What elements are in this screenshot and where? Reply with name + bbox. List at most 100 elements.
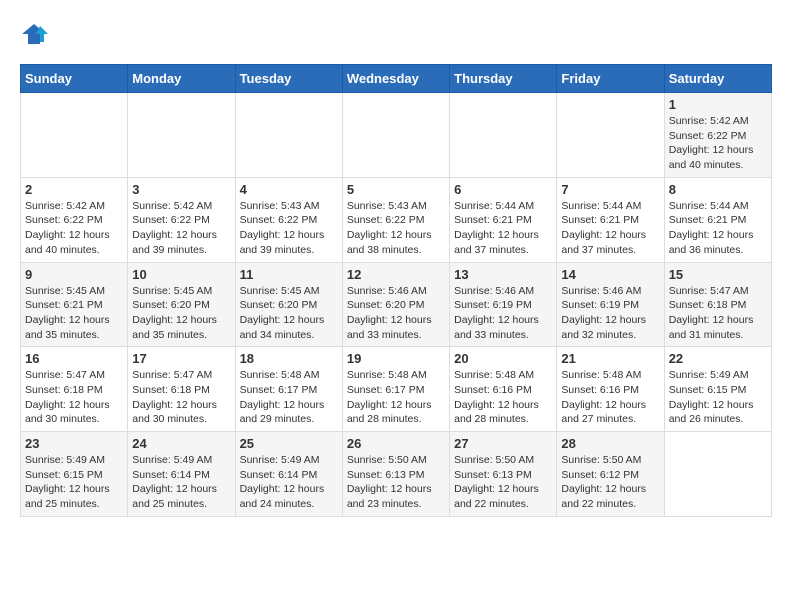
- header-day-thursday: Thursday: [450, 65, 557, 93]
- day-number: 2: [25, 182, 123, 197]
- header-day-friday: Friday: [557, 65, 664, 93]
- day-number: 25: [240, 436, 338, 451]
- day-info: Sunrise: 5:42 AM Sunset: 6:22 PM Dayligh…: [132, 199, 230, 258]
- calendar-cell: 14 Sunrise: 5:46 AM Sunset: 6:19 PM Dayli…: [557, 262, 664, 347]
- day-number: 11: [240, 267, 338, 282]
- header-day-sunday: Sunday: [21, 65, 128, 93]
- day-info: Sunrise: 5:44 AM Sunset: 6:21 PM Dayligh…: [454, 199, 552, 258]
- day-info: Sunrise: 5:49 AM Sunset: 6:15 PM Dayligh…: [669, 368, 767, 427]
- header: [20, 20, 772, 48]
- calendar-cell: 17Sunrise: 5:47 AM Sunset: 6:18 PM Dayli…: [128, 347, 235, 432]
- day-info: Sunrise: 5:47 AM Sunset: 6:18 PM Dayligh…: [669, 284, 767, 343]
- day-info: Sunrise: 5:49 AM Sunset: 6:14 PM Dayligh…: [132, 453, 230, 512]
- day-info: Sunrise: 5:50 AM Sunset: 6:13 PM Dayligh…: [347, 453, 445, 512]
- calendar-cell: [557, 93, 664, 178]
- calendar-header: SundayMondayTuesdayWednesdayThursdayFrid…: [21, 65, 772, 93]
- day-number: 3: [132, 182, 230, 197]
- calendar-cell: 11 Sunrise: 5:45 AM Sunset: 6:20 PM Dayli…: [235, 262, 342, 347]
- calendar-cell: 21 Sunrise: 5:48 AM Sunset: 6:16 PM Dayli…: [557, 347, 664, 432]
- calendar-cell: 16Sunrise: 5:47 AM Sunset: 6:18 PM Dayli…: [21, 347, 128, 432]
- day-info: Sunrise: 5:46 AM Sunset: 6:19 PM Dayligh…: [454, 284, 552, 343]
- day-info: Sunrise: 5:50 AM Sunset: 6:12 PM Dayligh…: [561, 453, 659, 512]
- day-info: Sunrise: 5:48 AM Sunset: 6:16 PM Dayligh…: [561, 368, 659, 427]
- calendar-cell: 1 Sunrise: 5:42 AM Sunset: 6:22 PM Daylig…: [664, 93, 771, 178]
- day-number: 27: [454, 436, 552, 451]
- day-info: Sunrise: 5:49 AM Sunset: 6:15 PM Dayligh…: [25, 453, 123, 512]
- day-info: Sunrise: 5:48 AM Sunset: 6:17 PM Dayligh…: [240, 368, 338, 427]
- calendar-cell: 10 Sunrise: 5:45 AM Sunset: 6:20 PM Dayli…: [128, 262, 235, 347]
- calendar-cell: 15 Sunrise: 5:47 AM Sunset: 6:18 PM Dayli…: [664, 262, 771, 347]
- calendar-cell: [450, 93, 557, 178]
- calendar-cell: [235, 93, 342, 178]
- calendar-cell: 22Sunrise: 5:49 AM Sunset: 6:15 PM Dayli…: [664, 347, 771, 432]
- day-number: 5: [347, 182, 445, 197]
- day-info: Sunrise: 5:49 AM Sunset: 6:14 PM Dayligh…: [240, 453, 338, 512]
- calendar-cell: 23 Sunrise: 5:49 AM Sunset: 6:15 PM Dayli…: [21, 432, 128, 517]
- day-info: Sunrise: 5:50 AM Sunset: 6:13 PM Dayligh…: [454, 453, 552, 512]
- week-row-2: 9Sunrise: 5:45 AM Sunset: 6:21 PM Daylig…: [21, 262, 772, 347]
- calendar-table: SundayMondayTuesdayWednesdayThursdayFrid…: [20, 64, 772, 517]
- day-info: Sunrise: 5:44 AM Sunset: 6:21 PM Dayligh…: [669, 199, 767, 258]
- day-number: 20: [454, 351, 552, 366]
- day-number: 13: [454, 267, 552, 282]
- day-info: Sunrise: 5:42 AM Sunset: 6:22 PM Dayligh…: [25, 199, 123, 258]
- day-info: Sunrise: 5:47 AM Sunset: 6:18 PM Dayligh…: [132, 368, 230, 427]
- calendar-cell: [21, 93, 128, 178]
- calendar-cell: 12 Sunrise: 5:46 AM Sunset: 6:20 PM Dayli…: [342, 262, 449, 347]
- day-number: 7: [561, 182, 659, 197]
- day-number: 21: [561, 351, 659, 366]
- calendar-cell: 13 Sunrise: 5:46 AM Sunset: 6:19 PM Dayli…: [450, 262, 557, 347]
- calendar-cell: [128, 93, 235, 178]
- calendar-cell: 19 Sunrise: 5:48 AM Sunset: 6:17 PM Dayli…: [342, 347, 449, 432]
- header-row: SundayMondayTuesdayWednesdayThursdayFrid…: [21, 65, 772, 93]
- calendar-cell: 8 Sunrise: 5:44 AM Sunset: 6:21 PM Daylig…: [664, 177, 771, 262]
- week-row-3: 16Sunrise: 5:47 AM Sunset: 6:18 PM Dayli…: [21, 347, 772, 432]
- day-number: 19: [347, 351, 445, 366]
- day-info: Sunrise: 5:44 AM Sunset: 6:21 PM Dayligh…: [561, 199, 659, 258]
- day-info: Sunrise: 5:45 AM Sunset: 6:20 PM Dayligh…: [132, 284, 230, 343]
- logo: [20, 20, 52, 48]
- calendar-cell: 20 Sunrise: 5:48 AM Sunset: 6:16 PM Dayli…: [450, 347, 557, 432]
- header-day-saturday: Saturday: [664, 65, 771, 93]
- week-row-4: 23 Sunrise: 5:49 AM Sunset: 6:15 PM Dayli…: [21, 432, 772, 517]
- calendar-cell: 6 Sunrise: 5:44 AM Sunset: 6:21 PM Daylig…: [450, 177, 557, 262]
- calendar-cell: 5 Sunrise: 5:43 AM Sunset: 6:22 PM Daylig…: [342, 177, 449, 262]
- week-row-0: 1 Sunrise: 5:42 AM Sunset: 6:22 PM Daylig…: [21, 93, 772, 178]
- day-info: Sunrise: 5:47 AM Sunset: 6:18 PM Dayligh…: [25, 368, 123, 427]
- day-number: 6: [454, 182, 552, 197]
- day-info: Sunrise: 5:48 AM Sunset: 6:17 PM Dayligh…: [347, 368, 445, 427]
- week-row-1: 2 Sunrise: 5:42 AM Sunset: 6:22 PM Daylig…: [21, 177, 772, 262]
- calendar-cell: 7 Sunrise: 5:44 AM Sunset: 6:21 PM Daylig…: [557, 177, 664, 262]
- day-number: 12: [347, 267, 445, 282]
- calendar-cell: 9Sunrise: 5:45 AM Sunset: 6:21 PM Daylig…: [21, 262, 128, 347]
- calendar-cell: 24 Sunrise: 5:49 AM Sunset: 6:14 PM Dayli…: [128, 432, 235, 517]
- day-info: Sunrise: 5:45 AM Sunset: 6:20 PM Dayligh…: [240, 284, 338, 343]
- calendar-cell: 4 Sunrise: 5:43 AM Sunset: 6:22 PM Daylig…: [235, 177, 342, 262]
- day-number: 4: [240, 182, 338, 197]
- day-number: 26: [347, 436, 445, 451]
- header-day-tuesday: Tuesday: [235, 65, 342, 93]
- day-info: Sunrise: 5:46 AM Sunset: 6:19 PM Dayligh…: [561, 284, 659, 343]
- calendar-body: 1 Sunrise: 5:42 AM Sunset: 6:22 PM Daylig…: [21, 93, 772, 517]
- day-info: Sunrise: 5:43 AM Sunset: 6:22 PM Dayligh…: [240, 199, 338, 258]
- logo-icon: [20, 20, 48, 48]
- day-info: Sunrise: 5:42 AM Sunset: 6:22 PM Dayligh…: [669, 114, 767, 173]
- calendar-cell: [664, 432, 771, 517]
- calendar-cell: 18Sunrise: 5:48 AM Sunset: 6:17 PM Dayli…: [235, 347, 342, 432]
- day-number: 14: [561, 267, 659, 282]
- calendar-cell: 2 Sunrise: 5:42 AM Sunset: 6:22 PM Daylig…: [21, 177, 128, 262]
- day-number: 23: [25, 436, 123, 451]
- day-number: 10: [132, 267, 230, 282]
- day-number: 15: [669, 267, 767, 282]
- day-number: 24: [132, 436, 230, 451]
- calendar-cell: [342, 93, 449, 178]
- day-number: 8: [669, 182, 767, 197]
- day-info: Sunrise: 5:46 AM Sunset: 6:20 PM Dayligh…: [347, 284, 445, 343]
- calendar-cell: 27 Sunrise: 5:50 AM Sunset: 6:13 PM Dayli…: [450, 432, 557, 517]
- day-number: 1: [669, 97, 767, 112]
- day-info: Sunrise: 5:43 AM Sunset: 6:22 PM Dayligh…: [347, 199, 445, 258]
- calendar-cell: 26 Sunrise: 5:50 AM Sunset: 6:13 PM Dayli…: [342, 432, 449, 517]
- day-number: 28: [561, 436, 659, 451]
- day-info: Sunrise: 5:45 AM Sunset: 6:21 PM Dayligh…: [25, 284, 123, 343]
- day-info: Sunrise: 5:48 AM Sunset: 6:16 PM Dayligh…: [454, 368, 552, 427]
